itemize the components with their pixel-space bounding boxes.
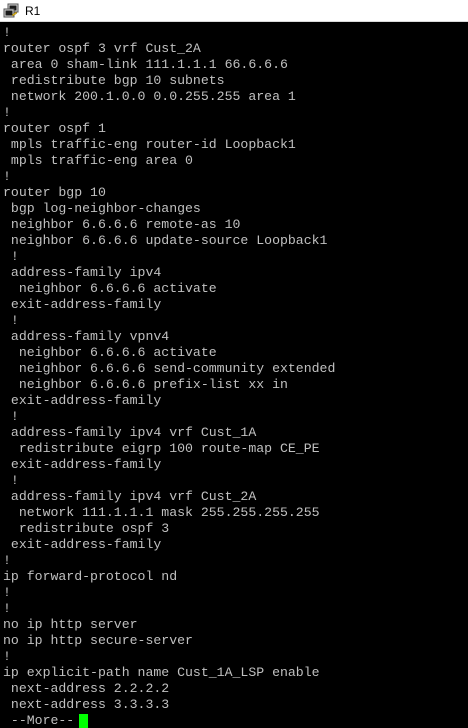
terminal-line: area 0 sham-link 111.1.1.1 66.6.6.6 [3, 57, 288, 72]
terminal-line: ! [3, 601, 11, 616]
terminal-line: ! [3, 25, 11, 40]
terminal-line: mpls traffic-eng router-id Loopback1 [3, 137, 296, 152]
terminal-line: ! [3, 553, 11, 568]
terminal-line: address-family ipv4 [3, 265, 162, 280]
terminal-line: router bgp 10 [3, 185, 106, 200]
terminal-line: neighbor 6.6.6.6 update-source Loopback1 [3, 233, 328, 248]
terminal-line: network 111.1.1.1 mask 255.255.255.255 [3, 505, 320, 520]
terminal-line: router ospf 3 vrf Cust_2A [3, 41, 201, 56]
more-prompt: --More-- [3, 713, 75, 728]
terminal-line: address-family ipv4 vrf Cust_2A [3, 489, 257, 504]
terminal-line: ip explicit-path name Cust_1A_LSP enable [3, 665, 320, 680]
terminal-line: ! [3, 249, 19, 264]
terminal-line: exit-address-family [3, 457, 162, 472]
terminal-line: neighbor 6.6.6.6 send-community extended [3, 361, 336, 376]
terminal-line: network 200.1.0.0 0.0.255.255 area 1 [3, 89, 296, 104]
terminal-line: mpls traffic-eng area 0 [3, 153, 193, 168]
terminal-output[interactable]: ! router ospf 3 vrf Cust_2A area 0 sham-l… [0, 22, 468, 728]
terminal-line: no ip http secure-server [3, 633, 193, 648]
terminal-line: neighbor 6.6.6.6 prefix-list xx in [3, 377, 288, 392]
terminal-line: exit-address-family [3, 297, 162, 312]
terminal-cursor [79, 713, 89, 728]
terminal-line: ! [3, 473, 19, 488]
window-title: R1 [25, 3, 41, 18]
terminal-line: address-family ipv4 vrf Cust_1A [3, 425, 257, 440]
terminal-line: redistribute ospf 3 [3, 521, 170, 536]
terminal-line: no ip http server [3, 617, 138, 632]
title-bar[interactable]: R1 [0, 0, 468, 22]
terminal-line: ! [3, 105, 11, 120]
terminal-line: bgp log-neighbor-changes [3, 201, 201, 216]
putty-icon [3, 3, 19, 19]
terminal-line: neighbor 6.6.6.6 activate [3, 345, 217, 360]
terminal-line: exit-address-family [3, 393, 162, 408]
terminal-line: next-address 3.3.3.3 [3, 697, 170, 712]
terminal-window: R1 ! router ospf 3 vrf Cust_2A area 0 sha… [0, 0, 468, 728]
terminal-line: ! [3, 585, 11, 600]
terminal-line: router ospf 1 [3, 121, 106, 136]
terminal-line: address-family vpnv4 [3, 329, 170, 344]
terminal-line: ! [3, 169, 11, 184]
terminal-line: next-address 2.2.2.2 [3, 681, 170, 696]
terminal-line: ! [3, 409, 19, 424]
terminal-line: redistribute bgp 10 subnets [3, 73, 225, 88]
terminal-line: ! [3, 649, 11, 664]
terminal-line: neighbor 6.6.6.6 remote-as 10 [3, 217, 241, 232]
terminal-line: neighbor 6.6.6.6 activate [3, 281, 217, 296]
terminal-line: ! [3, 313, 19, 328]
terminal-line: ip forward-protocol nd [3, 569, 178, 584]
more-prompt-line: --More-- [3, 713, 468, 728]
terminal-line: exit-address-family [3, 537, 162, 552]
terminal-line: redistribute eigrp 100 route-map CE_PE [3, 441, 320, 456]
